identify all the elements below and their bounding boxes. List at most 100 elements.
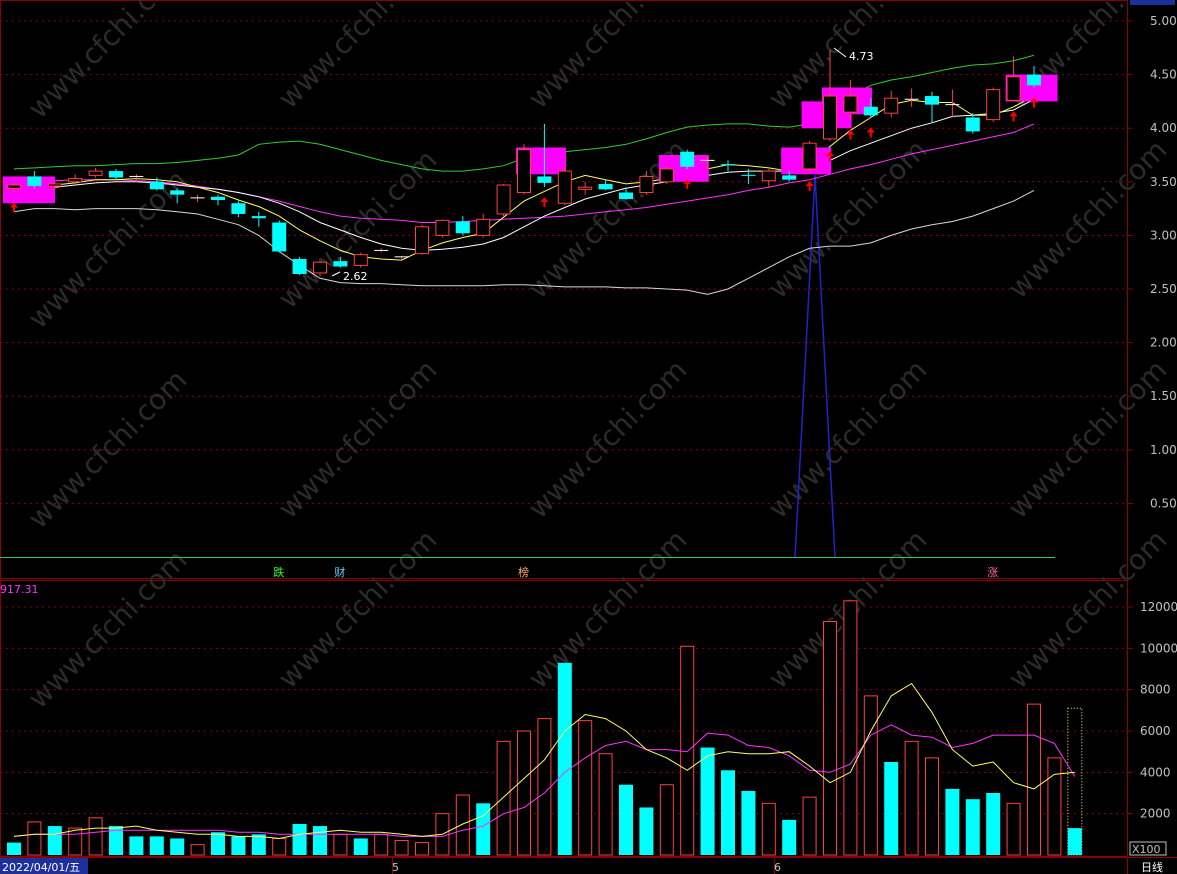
candle[interactable] (353, 252, 368, 268)
buy-arrow (846, 129, 855, 140)
candle[interactable] (415, 224, 429, 255)
month-label-6: 6 (774, 861, 781, 874)
volume-bar[interactable] (884, 762, 899, 855)
volume-bar[interactable] (680, 645, 695, 856)
volume-bar[interactable] (578, 720, 593, 856)
candle[interactable] (802, 141, 817, 172)
volume-bar[interactable] (496, 740, 511, 856)
volume-bar[interactable] (455, 794, 470, 856)
candle-body (1006, 76, 1021, 101)
volume-bar[interactable] (863, 695, 878, 856)
candle[interactable] (557, 165, 572, 206)
volume-bar[interactable] (802, 796, 817, 856)
volume-bar[interactable] (7, 842, 21, 855)
volume-bar[interactable] (619, 784, 633, 855)
price-tick-label: 5.00 (1150, 14, 1177, 28)
candle[interactable] (925, 91, 939, 123)
volume-bar[interactable] (170, 838, 185, 855)
chart-canvas[interactable]: www.cfchi.com www.cfchi.com www.cfchi.com w… (0, 0, 1177, 874)
volume-bar[interactable] (211, 832, 225, 855)
volume-bar[interactable] (27, 821, 42, 856)
candle[interactable] (88, 167, 103, 178)
candle[interactable] (231, 201, 246, 218)
candle[interactable] (1006, 56, 1021, 102)
candle[interactable] (211, 194, 225, 206)
volume-readout: 917.31 (0, 583, 39, 596)
volume-bar[interactable] (965, 799, 980, 855)
candle[interactable] (945, 89, 960, 118)
volume-bar[interactable] (374, 833, 389, 856)
volume-bar[interactable] (272, 837, 287, 856)
candle[interactable] (578, 181, 593, 195)
volume-bar[interactable] (190, 844, 205, 856)
volume-bar[interactable] (925, 757, 939, 856)
volume-bar[interactable] (353, 838, 368, 855)
candle-body (639, 175, 654, 194)
volume-bar[interactable] (292, 824, 307, 855)
volume-bar[interactable] (741, 790, 756, 855)
candle-body (272, 222, 287, 252)
volume-bar[interactable] (537, 718, 552, 856)
period-button[interactable]: 日线 (1141, 860, 1163, 874)
candle[interactable] (476, 213, 491, 238)
volume-bars[interactable] (7, 600, 1083, 856)
watermark-text: www.cfchi.com (1002, 353, 1174, 525)
candle[interactable] (965, 113, 980, 134)
candle-body (231, 203, 246, 214)
volume-bar[interactable] (333, 833, 348, 856)
volume-bar[interactable] (843, 600, 858, 856)
candle[interactable] (517, 144, 531, 195)
volume-bar[interactable] (986, 793, 1001, 855)
candle-body (843, 95, 858, 113)
volume-bar[interactable] (700, 747, 715, 855)
volume-bar[interactable] (1006, 802, 1021, 856)
buy-arrow (805, 181, 814, 192)
candle[interactable] (904, 88, 919, 107)
volume-bar[interactable] (639, 807, 654, 855)
volume-bar[interactable] (68, 827, 83, 856)
candle[interactable] (761, 168, 776, 188)
volume-bar[interactable] (313, 826, 327, 855)
candle[interactable] (435, 219, 450, 238)
candle[interactable] (680, 149, 695, 169)
candle[interactable] (251, 211, 266, 227)
candle[interactable] (986, 87, 1001, 122)
volume-bar[interactable] (251, 834, 266, 855)
volume-bar[interactable] (557, 662, 572, 855)
volume-bar[interactable] (945, 788, 960, 855)
volume-bar[interactable] (1067, 828, 1082, 855)
volume-tick-label: 10000 (1140, 641, 1177, 655)
candle[interactable] (190, 194, 205, 203)
volume-bar[interactable] (782, 819, 797, 855)
candle[interactable] (496, 183, 511, 217)
candle-body (802, 142, 817, 170)
volume-bar[interactable] (721, 770, 735, 855)
candle[interactable] (884, 90, 899, 118)
volume-bar[interactable] (149, 836, 164, 855)
volume-bar[interactable] (517, 730, 531, 856)
candle[interactable] (27, 171, 42, 189)
volume-bar[interactable] (904, 740, 919, 856)
candle-body (292, 258, 307, 274)
volume-bar[interactable] (231, 836, 246, 855)
candle[interactable] (292, 256, 307, 276)
candle-body (353, 254, 368, 266)
volume-bar[interactable] (415, 842, 429, 856)
volume-bar[interactable] (659, 784, 674, 856)
volume-bar[interactable] (598, 753, 613, 856)
candle[interactable] (598, 179, 613, 191)
volume-bar[interactable] (129, 836, 144, 855)
candle[interactable] (272, 220, 287, 253)
volume-bar[interactable] (1047, 757, 1062, 856)
candle-body (782, 175, 797, 180)
volume-bar[interactable] (394, 840, 409, 856)
candle[interactable] (455, 216, 470, 236)
volume-bar[interactable] (88, 817, 103, 856)
candle[interactable] (109, 168, 123, 180)
candle[interactable] (374, 248, 389, 253)
watermark-text: www.cfchi.com (762, 353, 934, 525)
volume-bar[interactable] (823, 620, 837, 856)
volume-bar[interactable] (761, 802, 776, 856)
volume-bar[interactable] (47, 826, 62, 855)
volume-bar[interactable] (1027, 703, 1041, 856)
